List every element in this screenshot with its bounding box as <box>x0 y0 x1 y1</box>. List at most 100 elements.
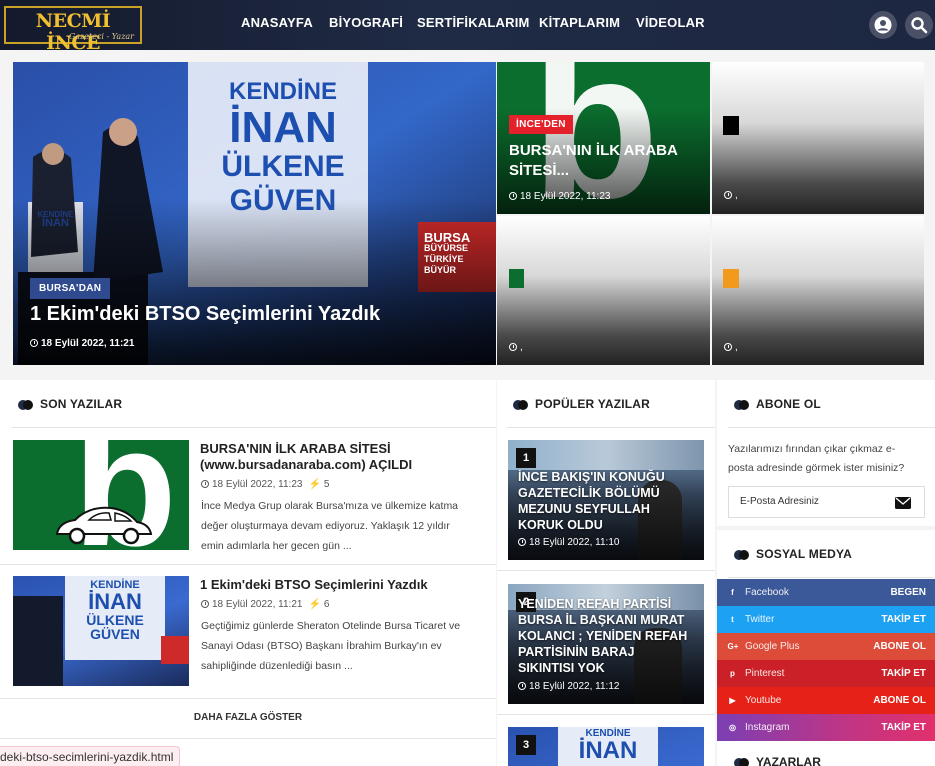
social-name: Instagram <box>745 722 790 733</box>
nav-kitaplarim[interactable]: KİTAPLARIM <box>539 15 620 30</box>
post-2-excerpt-line: Sanayi Odası (BTSO) Başkanı İbrahim Burk… <box>201 640 442 652</box>
popular-2-title: YENİDEN REFAH PARTİSİ BURSA İL BAŞKANI M… <box>518 596 687 676</box>
hero-main-post[interactable]: KENDİNE İNAN ÜLKENE GÜVEN BURSA BÜYÜRSE … <box>13 62 496 365</box>
site-logo[interactable]: NECMİ İNCE Gazeteci - Yazar <box>4 6 142 54</box>
tile-1-tag[interactable]: İNCE'DEN <box>509 115 573 134</box>
post-1-meta: 18 Eylül 2022, 11:23 ⚡ 5 <box>201 479 329 490</box>
tile-1-date: 18 Eylül 2022, 11:23 <box>520 191 611 202</box>
post-1-thumbnail[interactable]: b <box>13 440 189 550</box>
tile-1-title[interactable]: BURSA'NIN İLK ARABA SİTESİ... <box>509 141 678 181</box>
post-2-meta: 18 Eylül 2022, 11:21 ⚡ 6 <box>201 599 329 610</box>
popular-3-rank: 3 <box>516 735 536 755</box>
social-header: SOSYAL MEDYA <box>728 530 935 578</box>
tile-2-marker <box>723 116 739 135</box>
side-banner-line: BURSA <box>424 230 471 245</box>
email-field[interactable]: E-Posta Adresiniz <box>728 486 925 518</box>
side-banner-line: BÜYÜR <box>424 265 457 275</box>
hero-tile-2[interactable]: , <box>712 62 924 214</box>
nav-sertifikalarim[interactable]: SERTİFİKALARIM <box>417 15 530 30</box>
tile-2-meta: , <box>724 190 738 201</box>
social-action: ABONE OL <box>873 695 926 706</box>
hero-title[interactable]: 1 Ekim'deki BTSO Seçimlerini Yazdık <box>30 303 380 326</box>
popular-panel <box>497 380 715 766</box>
envelope-icon[interactable] <box>895 497 911 509</box>
popular-title: POPÜLER YAZILAR <box>535 397 651 411</box>
user-button[interactable] <box>869 11 897 39</box>
popular-1-rank: 1 <box>516 448 536 468</box>
popular-2-title-line: KOLANCI ; YENİDEN REFAH <box>518 629 688 643</box>
post-1-title-line: BURSA'NIN İLK ARABA SİTESİ <box>200 441 391 456</box>
post-1-views: 5 <box>323 479 330 490</box>
authors-header: YAZARLAR <box>728 744 935 766</box>
post-2-views: 6 <box>323 599 330 610</box>
popular-2-date: 18 Eylül 2022, 11:12 <box>529 681 620 692</box>
hero-tile-3[interactable]: , <box>497 216 710 365</box>
social-pinterest[interactable]: p Pinterest TAKİP ET <box>717 660 935 687</box>
popular-1-title-line: İNCE BAKIŞ'IN KONUĞU <box>518 470 665 484</box>
post-1-title[interactable]: BURSA'NIN İLK ARABA SİTESİ (www.bursadan… <box>200 441 490 473</box>
tile-4-meta: , <box>724 342 738 353</box>
social-google-plus[interactable]: G+ Google Plus ABONE OL <box>717 633 935 660</box>
popular-3-banner-line: İNAN <box>578 737 638 764</box>
social-action: TAKİP ET <box>881 722 926 733</box>
hero-category-tag[interactable]: BURSA'DAN <box>30 278 111 299</box>
car-icon <box>55 506 153 545</box>
divider <box>497 714 715 715</box>
twitter-icon: t <box>731 615 734 624</box>
tile-3-date: , <box>520 342 523 353</box>
banner-line: KENDİNE <box>228 78 337 105</box>
email-placeholder: E-Posta Adresiniz <box>740 496 819 507</box>
post-1-excerpt-line: İnce Medya Grup olarak Bursa'mıza ve ülk… <box>201 500 459 512</box>
popular-item-2[interactable]: 2 YENİDEN REFAH PARTİSİ BURSA İL BAŞKANI… <box>508 584 704 704</box>
clock-icon <box>724 343 732 351</box>
hero-tile-4[interactable]: , <box>712 216 924 365</box>
user-icon <box>874 16 892 34</box>
side-banner-line: BÜYÜRSE <box>424 243 469 253</box>
social-action: TAKİP ET <box>881 668 926 679</box>
latest-posts-title: SON YAZILAR <box>40 397 123 411</box>
thumb-banner-line: ÜLKENE <box>86 612 144 628</box>
hero-tile-1[interactable]: b İNCE'DEN BURSA'NIN İLK ARABA SİTESİ...… <box>497 62 710 214</box>
clock-icon <box>30 339 38 347</box>
thumb-red-box <box>161 636 189 664</box>
social-name: Google Plus <box>745 641 800 652</box>
divider <box>497 570 715 571</box>
divider <box>0 564 496 565</box>
banner-line: İNAN <box>229 103 337 152</box>
clock-icon <box>201 480 209 488</box>
popular-item-3[interactable]: KENDİNE İNAN 3 <box>508 727 704 766</box>
nav-biyografi[interactable]: BİYOGRAFİ <box>329 15 403 30</box>
social-instagram[interactable]: ◎ Instagram TAKİP ET <box>717 714 935 741</box>
load-more-button[interactable]: DAHA FAZLA GÖSTER <box>0 712 496 723</box>
search-icon <box>911 17 928 34</box>
thumb-banner-line: İNAN <box>88 589 142 614</box>
popular-item-1[interactable]: 1 İNCE BAKIŞ'IN KONUĞU GAZETECİLİK BÖLÜM… <box>508 440 704 560</box>
hero-meta: 18 Eylül 2022, 11:21 <box>30 338 134 349</box>
tile-3-marker <box>509 269 524 288</box>
post-1-date: 18 Eylül 2022, 11:23 <box>212 479 303 490</box>
post-1-title-line: (www.bursadanaraba.com) AÇILDI <box>200 457 413 472</box>
nav-videolar[interactable]: VİDEOLAR <box>636 15 705 30</box>
nav-anasayfa[interactable]: ANASAYFA <box>241 15 313 30</box>
post-2-title[interactable]: 1 Ekim'deki BTSO Seçimlerini Yazdık <box>200 577 490 593</box>
social-youtube[interactable]: ▶ Youtube ABONE OL <box>717 687 935 714</box>
tile-4-date: , <box>735 342 738 353</box>
subscribe-text-line: posta adresinde görmek ister misiniz? <box>728 462 905 474</box>
site-header: NECMİ İNCE Gazeteci - Yazar ANASAYFA BİY… <box>0 0 935 54</box>
post-2-thumbnail[interactable]: KENDİNE İNAN ÜLKENE GÜVEN <box>13 576 189 686</box>
social-action: TAKİP ET <box>881 614 926 625</box>
search-button[interactable] <box>905 11 933 39</box>
social-twitter[interactable]: t Twitter TAKİP ET <box>717 606 935 633</box>
subscribe-text-line: Yazılarımızı fırından çıkar çıkmaz e- <box>728 443 896 455</box>
hero-banner-text: KENDİNE İNAN ÜLKENE GÜVEN <box>208 80 358 216</box>
hero-date: 18 Eylül 2022, 11:21 <box>41 338 135 349</box>
social-facebook[interactable]: f Facebook BEGEN <box>717 579 935 606</box>
social-name: Youtube <box>745 695 782 706</box>
tile-1-title-line: SİTESİ... <box>509 162 570 179</box>
clock-icon <box>509 192 517 200</box>
hero-side-banner: BURSA BÜYÜRSE TÜRKİYE BÜYÜR <box>424 230 494 276</box>
thumb-people <box>13 596 63 686</box>
divider <box>0 738 496 739</box>
youtube-icon: ▶ <box>729 696 736 705</box>
tile-1-meta: 18 Eylül 2022, 11:23 <box>509 191 610 202</box>
